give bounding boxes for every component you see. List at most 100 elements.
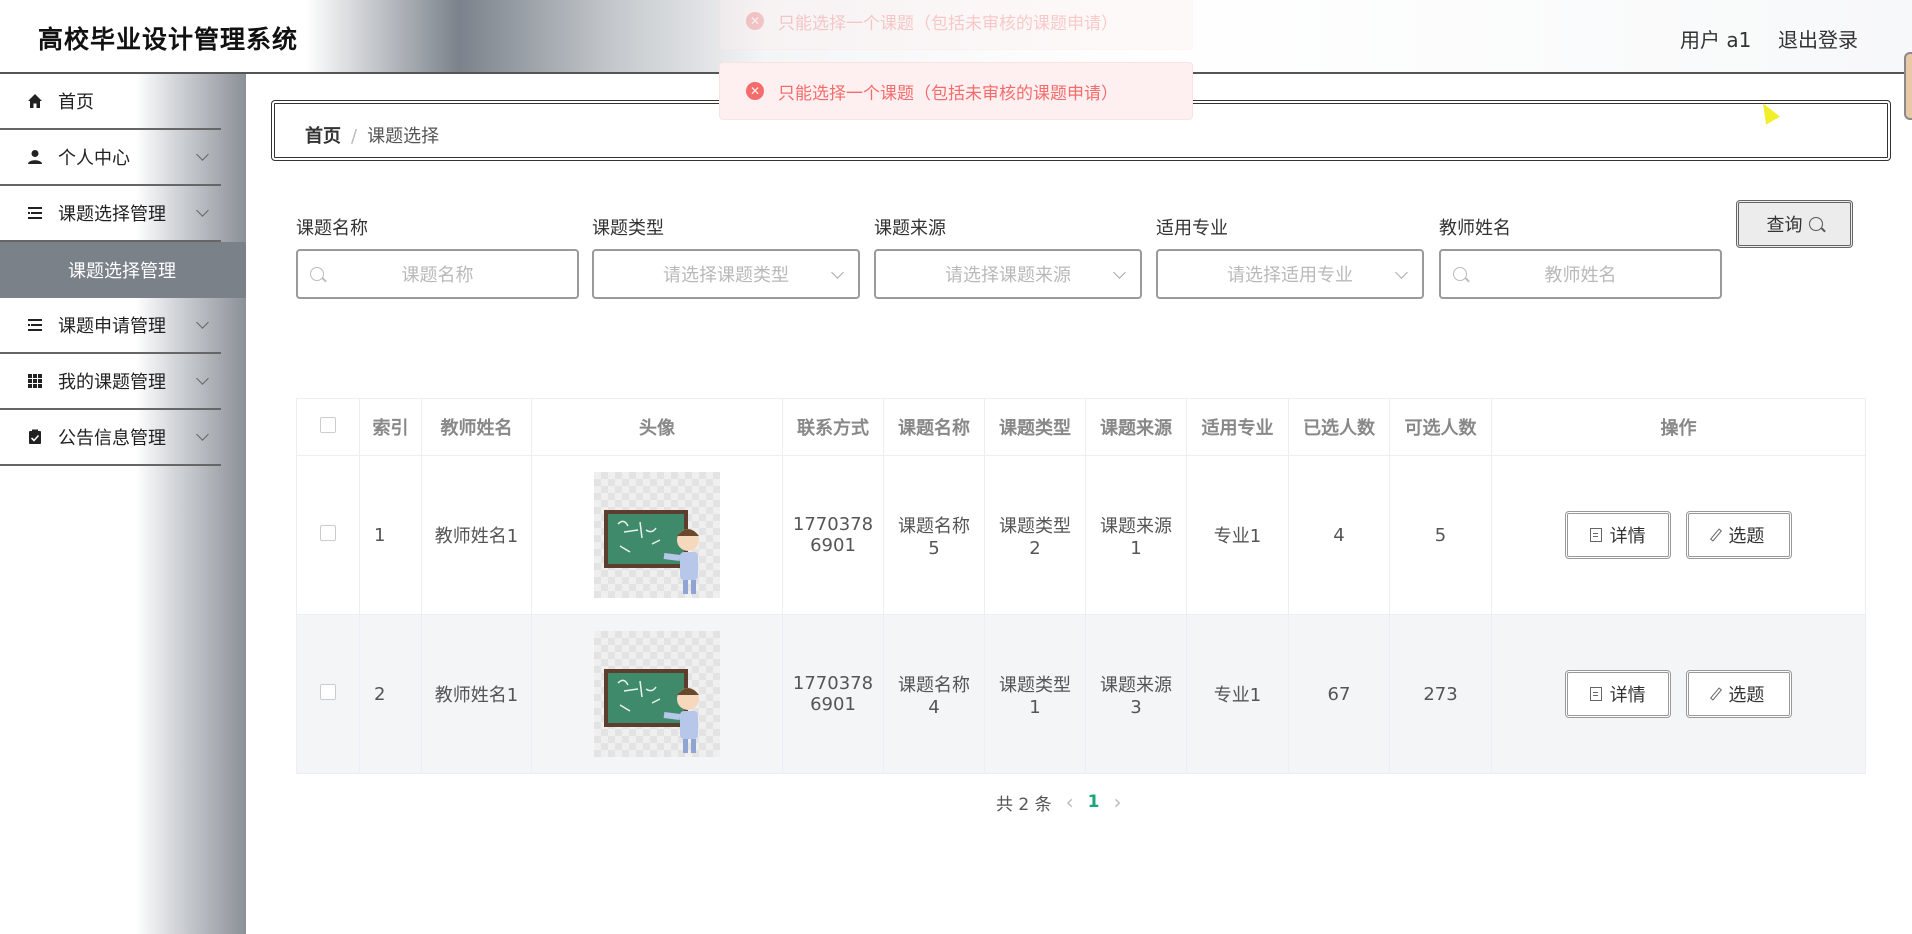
chevron-down-icon [1113,266,1126,279]
breadcrumb: 首页 / 课题选择 [305,122,439,148]
select-all-checkbox[interactable] [320,416,336,433]
topic-source-placeholder: 请选择课题来源 [945,265,1071,286]
sidebar-item-home[interactable]: 首页 [0,74,221,130]
sidebar-item-label: 个人中心 [58,148,130,169]
cell-available-count: 5 [1389,455,1492,615]
sidebar-item-my-topics[interactable]: 我的课题管理 [0,354,221,410]
topic-type-text: 课题类型 [999,674,1071,696]
topic-source-label: 课题来源 [874,218,946,239]
sidebar-item-topic-selection[interactable]: 课题选择管理 [0,186,221,242]
cell-topic-source: 课题来源 1 [1085,455,1187,615]
breadcrumb-home[interactable]: 首页 [305,126,341,147]
chevron-down-icon [196,316,209,329]
home-icon [26,92,44,110]
cell-index: 2 [359,614,422,774]
logout-link[interactable]: 退出登录 [1778,24,1858,53]
topics-table: 索引 教师姓名 头像 联系方式 课题名称 课题类型 课题来源 适用专业 已选人数… [296,398,1866,774]
sidebar-item-label: 课题选择管理 [58,204,166,225]
major-select[interactable]: 请选择适用专业 [1156,249,1424,299]
user-label: 用户 a1 [1680,28,1752,52]
cell-topic-name: 课题名称 4 [883,614,985,774]
pagination: 共 2 条 ‹ 1 › [996,790,1135,815]
teacher-avatar [594,472,720,598]
topic-name-number: 4 [928,696,940,718]
topic-name-input[interactable]: 课题名称 [296,249,579,299]
detail-button[interactable]: 详情 [1564,670,1671,718]
side-drawer-tab[interactable] [1904,52,1912,120]
phone-part-2: 6901 [810,535,856,556]
page-number[interactable]: 1 [1088,792,1100,812]
topic-type-placeholder: 请选择课题类型 [663,265,789,286]
cell-phone: 1770378 6901 [782,455,884,615]
phone-part-1: 1770378 [792,514,874,535]
cell-teacher: 教师姓名1 [421,455,532,615]
col-phone: 联系方式 [782,398,884,456]
phone-part-2: 6901 [810,694,856,715]
sidebar-item-label: 我的课题管理 [58,372,166,393]
col-selected-count: 已选人数 [1288,398,1390,456]
breadcrumb-current: 课题选择 [367,126,440,147]
row-checkbox-cell [296,614,360,774]
document-icon [1589,687,1602,701]
sidebar-subitem-topic-selection[interactable]: 课题选择管理 [0,242,246,298]
list-icon [26,204,44,222]
row-checkbox-cell [296,455,360,615]
topic-type-label: 课题类型 [592,218,664,239]
sidebar-item-announcements[interactable]: 公告信息管理 [0,410,221,466]
topic-name-placeholder: 课题名称 [401,265,474,286]
chevron-down-icon [1395,266,1408,279]
select-all-cell [296,398,360,456]
next-page-icon[interactable]: › [1113,790,1121,814]
topic-source-text: 课题来源 [1100,674,1172,696]
query-button[interactable]: 查询 [1736,200,1853,248]
col-index: 索引 [359,398,422,456]
error-toast-fading: ✕ 只能选择一个课题（包括未审核的课题申请） [719,0,1193,50]
col-major: 适用专业 [1186,398,1289,456]
col-topic-type: 课题类型 [984,398,1086,456]
teacher-name-label: 教师姓名 [1439,218,1511,239]
major-label: 适用专业 [1156,218,1228,239]
search-icon [310,267,324,281]
select-topic-button-label: 选题 [1728,685,1765,706]
user-icon [26,148,44,166]
col-topic-name: 课题名称 [883,398,985,456]
prev-page-icon[interactable]: ‹ [1066,790,1074,814]
grid-icon [26,372,44,390]
sidebar-item-topic-application[interactable]: 课题申请管理 [0,298,221,354]
row-checkbox[interactable] [320,683,336,700]
row-checkbox[interactable] [320,524,336,541]
detail-button-label: 详情 [1609,526,1646,547]
edit-pen-icon [1710,687,1723,701]
teacher-name-input[interactable]: 教师姓名 [1439,249,1722,299]
sidebar-item-label: 课题申请管理 [58,316,166,337]
chevron-down-icon [196,372,209,385]
topic-type-number: 2 [1029,537,1041,559]
topic-type-select[interactable]: 请选择课题类型 [592,249,860,299]
search-icon [1808,217,1823,231]
select-topic-button[interactable]: 选题 [1686,670,1793,718]
select-topic-button[interactable]: 选题 [1686,511,1793,559]
detail-button[interactable]: 详情 [1564,511,1671,559]
edit-pen-icon [1710,528,1723,542]
cell-avatar [531,455,783,615]
cell-phone: 1770378 6901 [782,614,884,774]
pagination-total: 共 2 条 [996,794,1052,815]
cell-available-count: 273 [1389,614,1492,774]
detail-button-label: 详情 [1609,685,1646,706]
list-icon [26,316,44,334]
cell-topic-type: 课题类型 1 [984,614,1086,774]
topic-name-label: 课题名称 [296,218,368,239]
table-row: 1 教师姓名1 1770378 6901 课题名称 5 课题类型 2 课题来源 … [296,455,1866,615]
cell-actions: 详情 选题 [1491,455,1866,615]
topic-name-number: 5 [928,537,940,559]
col-actions: 操作 [1491,398,1866,456]
chevron-down-icon [831,266,844,279]
error-toast: ✕ 只能选择一个课题（包括未审核的课题申请） [719,62,1193,120]
sidebar-item-profile[interactable]: 个人中心 [0,130,221,186]
col-teacher: 教师姓名 [421,398,532,456]
cell-topic-source: 课题来源 3 [1085,614,1187,774]
topic-name-text: 课题名称 [898,674,970,696]
sidebar-item-label: 首页 [58,92,94,113]
cell-selected-count: 67 [1288,614,1390,774]
topic-source-select[interactable]: 请选择课题来源 [874,249,1142,299]
